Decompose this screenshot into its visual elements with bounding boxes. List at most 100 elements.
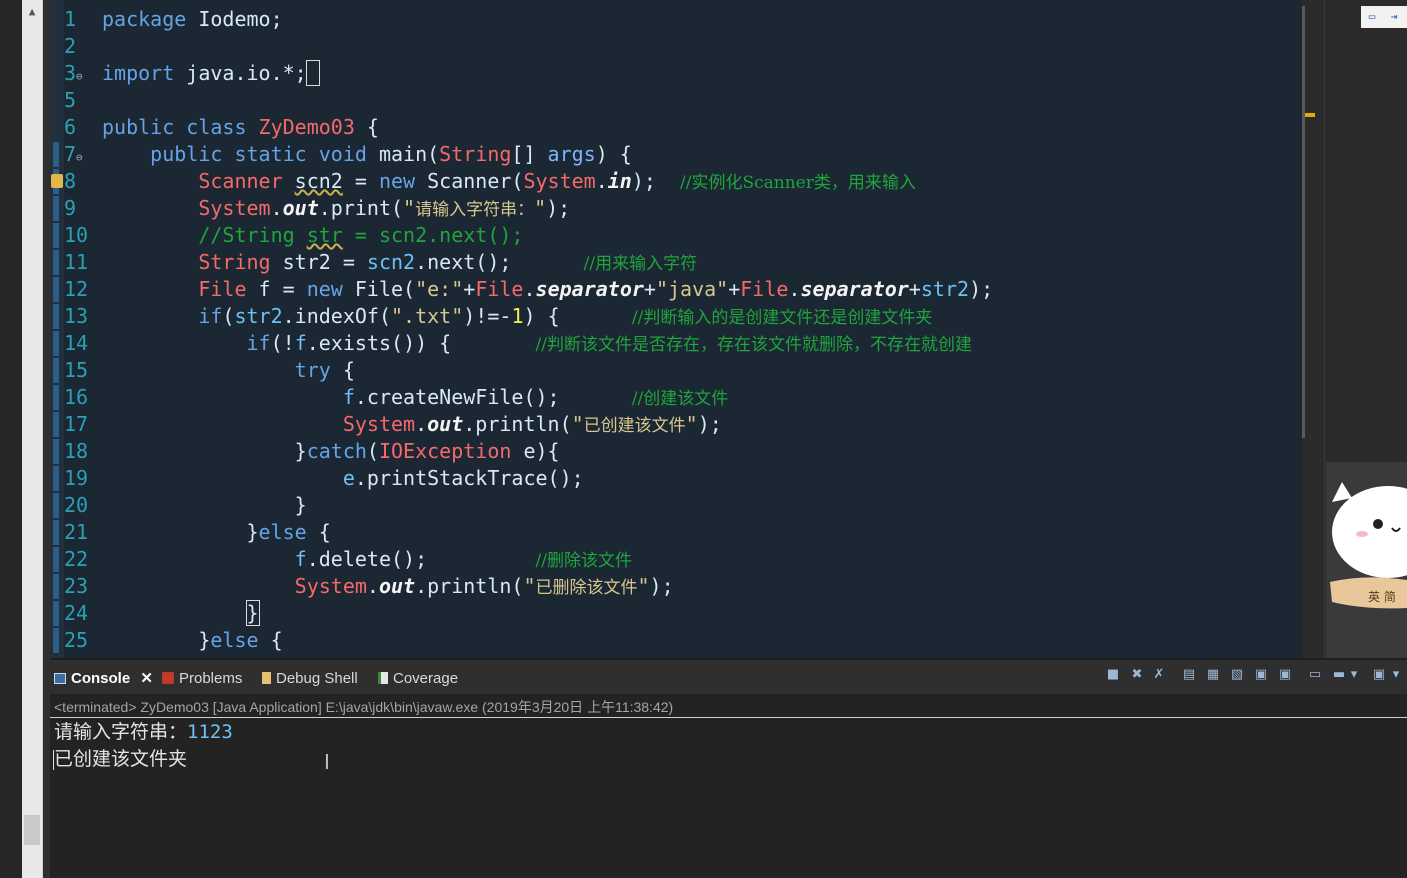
code-line[interactable]: public static void main(String[] args) { — [102, 141, 632, 168]
svg-text:英 简: 英 简 — [1368, 590, 1396, 604]
word-wrap-icon[interactable]: ▧ — [1228, 666, 1246, 684]
tab-problems-label: Problems — [179, 670, 243, 687]
console-view[interactable]: Console ✕ Problems Debug Shell Coverage … — [50, 660, 1407, 878]
scope-indicator — [53, 358, 59, 383]
restore-icon[interactable]: ▭ — [1364, 10, 1380, 24]
remove-launch-icon[interactable]: ✖ — [1128, 666, 1146, 684]
line-number: 14 — [64, 331, 89, 355]
tab-coverage-label: Coverage — [393, 670, 459, 687]
console-prompt: 请输入字符串： — [54, 721, 188, 743]
scope-indicator — [53, 277, 59, 302]
warning-marker[interactable] — [1305, 113, 1315, 117]
warning-icon[interactable] — [51, 174, 63, 188]
code-line[interactable]: } — [102, 600, 260, 627]
fold-toggle-icon[interactable]: ⊖ — [76, 151, 83, 164]
scroll-up-icon[interactable]: ▲ — [26, 6, 38, 18]
close-icon[interactable]: ✕ — [140, 670, 153, 687]
code-line[interactable]: //String str = scn2.next(); — [102, 222, 523, 249]
line-number: 22 — [64, 547, 89, 571]
code-line[interactable]: String str2 = scn2.next(); //用来输入字符 — [102, 249, 697, 278]
mascot-image: 英 简 — [1326, 462, 1407, 658]
tab-debug-shell[interactable]: Debug Shell — [262, 668, 358, 690]
terminate-icon[interactable]: ■ — [1104, 666, 1122, 684]
line-number: 18 — [64, 439, 89, 463]
line-number: 21 — [64, 520, 89, 544]
line-number: 6 — [64, 115, 77, 139]
remove-all-terminated-icon[interactable]: ✗ — [1150, 666, 1168, 684]
scope-indicator — [53, 412, 59, 437]
line-number: 11 — [64, 250, 89, 274]
code-line[interactable]: f.delete(); //删除该文件 — [102, 546, 632, 575]
line-number: 15 — [64, 358, 89, 382]
scope-indicator — [53, 196, 59, 221]
editor-scrollbar-thumb[interactable] — [1302, 6, 1305, 438]
show-on-output-icon[interactable]: ▣ — [1252, 666, 1270, 684]
maximize-icon[interactable]: ⇥ — [1386, 10, 1402, 24]
scrollbar-thumb[interactable] — [24, 815, 40, 845]
divider — [43, 0, 50, 878]
chevron-down-icon[interactable]: ▾ — [1390, 666, 1402, 684]
fold-toggle-icon[interactable]: ⊖ — [76, 70, 83, 83]
code-line[interactable]: System.out.println("已删除该文件"); — [102, 573, 674, 602]
tab-console[interactable]: Console ✕ — [54, 668, 153, 690]
text-caret — [53, 750, 54, 770]
editor-gutter — [50, 0, 64, 658]
scope-indicator — [53, 304, 59, 329]
panel-toolbar: ▭ ⇥ — [1361, 6, 1407, 28]
tab-console-label: Console — [71, 670, 131, 687]
show-on-error-icon[interactable]: ▣ — [1276, 666, 1294, 684]
scope-indicator — [53, 628, 59, 653]
code-line[interactable]: Scanner scn2 = new Scanner(System.in); /… — [102, 168, 916, 197]
console-separator — [50, 717, 1407, 718]
line-number: 20 — [64, 493, 89, 517]
scope-indicator — [53, 250, 59, 275]
line-number: 19 — [64, 466, 89, 490]
tab-debug-shell-label: Debug Shell — [276, 670, 358, 687]
console-toolbar: ■ ✖ ✗ ▤ ▦ ▧ ▣ ▣ ▭ ▬ ▾ ▣ ▾ — [1104, 666, 1407, 688]
left-scrollbar[interactable]: ▲ — [22, 0, 43, 878]
clear-console-icon[interactable]: ▤ — [1180, 666, 1198, 684]
scope-indicator — [53, 385, 59, 410]
line-number: 1 — [64, 7, 77, 31]
code-line[interactable]: e.printStackTrace(); — [102, 465, 584, 492]
code-line[interactable]: import java.io.*; — [102, 60, 320, 87]
code-line[interactable]: }else { — [102, 519, 330, 546]
editor-overview-ruler[interactable] — [1302, 0, 1324, 658]
code-line[interactable]: f.createNewFile(); //创建该文件 — [102, 384, 728, 413]
line-number: 10 — [64, 223, 89, 247]
code-line[interactable]: System.out.println("已创建该文件"); — [102, 411, 722, 440]
code-line[interactable]: File f = new File("e:"+File.separator+"j… — [102, 276, 993, 303]
code-line[interactable]: } — [102, 492, 307, 519]
line-number: 16 — [64, 385, 89, 409]
line-number: 25 — [64, 628, 89, 652]
console-output-line[interactable]: 请输入字符串：1123 — [54, 719, 233, 746]
line-number: 13 — [64, 304, 89, 328]
code-line[interactable]: try { — [102, 357, 355, 384]
scope-indicator — [53, 547, 59, 572]
code-line[interactable]: System.out.print("请输入字符串："); — [102, 195, 570, 224]
scroll-lock-icon[interactable]: ▦ — [1204, 666, 1222, 684]
line-number: 12 — [64, 277, 89, 301]
console-description: <terminated> ZyDemo03 [Java Application]… — [54, 699, 674, 715]
scope-indicator — [53, 520, 59, 545]
scope-indicator — [53, 142, 59, 167]
chevron-down-icon[interactable]: ▾ — [1348, 666, 1360, 684]
line-number: 5 — [64, 88, 77, 112]
console-output-line[interactable]: 已创建该文件夹 — [54, 746, 187, 773]
open-console-icon[interactable]: ▣ — [1370, 666, 1388, 684]
console-icon — [54, 673, 66, 684]
console-result: 已创建该文件夹 — [54, 748, 188, 770]
code-line[interactable]: if(str2.indexOf(".txt")!=-1) { //判断输入的是创… — [102, 303, 932, 332]
code-line[interactable]: }catch(IOException e){ — [102, 438, 560, 465]
tab-problems[interactable]: Problems — [162, 668, 242, 690]
code-editor[interactable]: 1 package Iodemo; 2 3⊖ import java.io.*; 56p… — [50, 0, 1302, 658]
display-console-icon[interactable]: ▬ — [1330, 666, 1348, 684]
pin-console-icon[interactable]: ▭ — [1306, 666, 1324, 684]
code-line[interactable]: public class ZyDemo03 { — [102, 114, 379, 141]
line-number: 7⊖ — [64, 142, 83, 166]
line-number: 17 — [64, 412, 89, 436]
code-line[interactable]: package Iodemo; — [102, 6, 283, 33]
tab-coverage[interactable]: Coverage — [378, 668, 458, 690]
code-line[interactable]: }else { — [102, 627, 282, 654]
code-line[interactable]: if(!f.exists()) { //判断该文件是否存在，存在该文件就删除，不… — [102, 330, 972, 359]
